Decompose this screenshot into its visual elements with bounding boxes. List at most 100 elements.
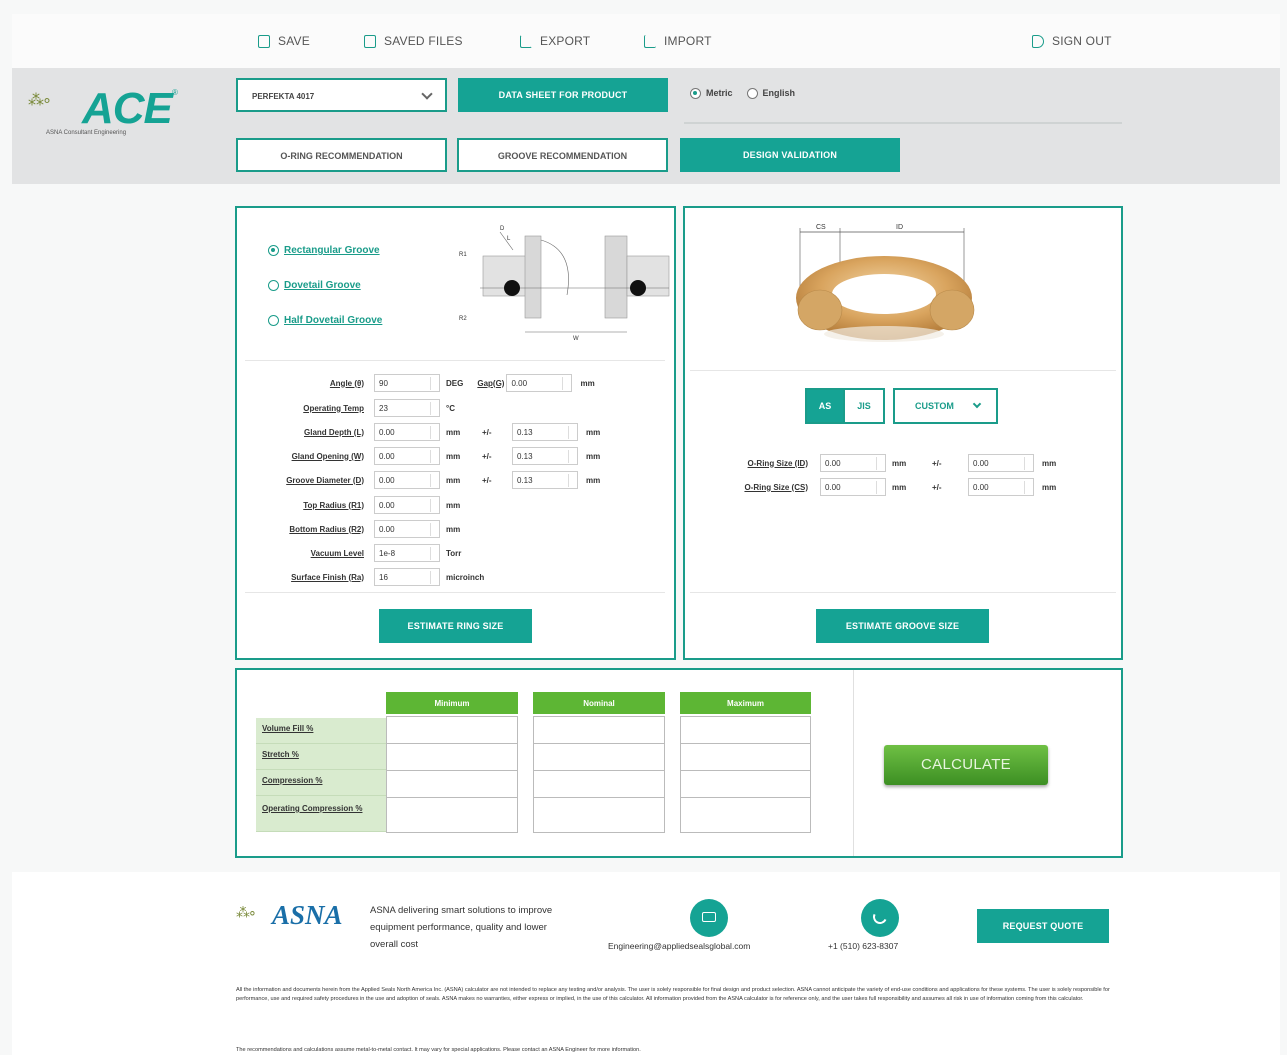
tolerance-sign: +/- bbox=[932, 458, 942, 468]
field-oring-cs: O-Ring Size (CS) 0.00 mm +/- 0.00 mm bbox=[700, 478, 1056, 496]
footer-note: The recommendations and calculations ass… bbox=[236, 1047, 641, 1053]
vacuum-level-input[interactable]: 1e-8 bbox=[374, 544, 440, 562]
groove-diameter-input[interactable]: 0.00 bbox=[374, 471, 440, 489]
footer-email[interactable]: Engineering@appliedsealsglobal.com bbox=[608, 941, 750, 951]
results-col-nominal: Nominal bbox=[533, 692, 665, 714]
import-label: IMPORT bbox=[664, 34, 712, 48]
oring-cs-tol-input[interactable]: 0.00 bbox=[968, 478, 1034, 496]
unit-label: mm bbox=[580, 378, 595, 388]
diagram-label: L bbox=[507, 236, 511, 242]
groove-diagram: D L R1 R2 W bbox=[459, 226, 670, 342]
export-icon bbox=[520, 34, 532, 48]
tolerance-sign: +/- bbox=[482, 451, 492, 461]
datasheet-button[interactable]: DATA SHEET FOR PRODUCT bbox=[458, 78, 668, 112]
results-row-volume-fill: Volume Fill % bbox=[256, 718, 386, 744]
save-button[interactable]: SAVE bbox=[258, 34, 310, 48]
diagram-label: W bbox=[573, 336, 579, 342]
footer-disclaimer: All the information and documents herein… bbox=[236, 987, 1110, 1002]
chevron-down-icon bbox=[421, 88, 433, 100]
estimate-ring-size-button[interactable]: ESTIMATE RING SIZE bbox=[379, 609, 532, 643]
field-label: O-Ring Size (CS) bbox=[744, 482, 808, 492]
oring-id-input[interactable]: 0.00 bbox=[820, 454, 886, 472]
unit-english[interactable]: English bbox=[746, 88, 796, 100]
radio-icon bbox=[268, 315, 279, 326]
gland-depth-input[interactable]: 0.00 bbox=[374, 423, 440, 441]
angle-input[interactable]: 90 bbox=[374, 374, 440, 392]
phone-icon bbox=[861, 899, 899, 937]
field-operating-temp: Operating Temp 23 °C bbox=[248, 399, 455, 417]
gland-depth-tol-input[interactable]: 0.13 bbox=[512, 423, 578, 441]
field-gland-depth: Gland Depth (L) 0.00 mm +/- 0.13 mm bbox=[248, 423, 600, 441]
groove-type-rectangular[interactable]: Rectangular Groove bbox=[268, 245, 380, 256]
field-gland-opening: Gland Opening (W) 0.00 mm +/- 0.13 mm bbox=[248, 447, 600, 465]
unit-label: DEG bbox=[446, 378, 464, 388]
field-label: Vacuum Level bbox=[310, 548, 364, 558]
oring-illustration: CS ID bbox=[796, 224, 975, 342]
size-mode-jis[interactable]: JIS bbox=[845, 388, 885, 424]
unit-metric[interactable]: Metric bbox=[690, 88, 733, 100]
oring-id-tol-input[interactable]: 0.00 bbox=[968, 454, 1034, 472]
result-cell bbox=[533, 716, 665, 744]
asna-logo[interactable]: ⁂∘ ASNA bbox=[236, 900, 366, 932]
cs-dimension-label: CS bbox=[816, 224, 826, 231]
separator bbox=[245, 592, 665, 593]
field-label: Gland Opening (W) bbox=[291, 451, 364, 461]
radio-icon bbox=[268, 280, 279, 291]
surface-finish-input[interactable]: 16 bbox=[374, 568, 440, 586]
compound-select[interactable]: PERFEKTA 4017 bbox=[236, 78, 447, 112]
unit-label: mm bbox=[446, 427, 461, 437]
operating-temp-input[interactable]: 23 bbox=[374, 399, 440, 417]
sign-out-label: SIGN OUT bbox=[1052, 34, 1112, 48]
request-quote-button[interactable]: REQUEST QUOTE bbox=[977, 909, 1109, 943]
diagram-label: R2 bbox=[459, 316, 467, 322]
divider bbox=[684, 122, 1122, 124]
result-cell bbox=[680, 743, 811, 771]
gland-opening-input[interactable]: 0.00 bbox=[374, 447, 440, 465]
size-mode-as[interactable]: AS bbox=[805, 388, 845, 424]
oring-cs-input[interactable]: 0.00 bbox=[820, 478, 886, 496]
tab-design-validation[interactable]: DESIGN VALIDATION bbox=[680, 138, 900, 172]
logo-subtitle: ASNA Consultant Engineering bbox=[46, 130, 127, 136]
gap-input[interactable]: 0.00 bbox=[506, 374, 573, 392]
tab-oring-recommendation[interactable]: O-RING RECOMMENDATION bbox=[236, 138, 447, 172]
field-label: Surface Finish (Ra) bbox=[291, 572, 364, 582]
asna-logo-text: ASNA bbox=[272, 900, 343, 930]
unit-label: mm bbox=[586, 475, 601, 485]
groove-type-dovetail[interactable]: Dovetail Groove bbox=[268, 280, 361, 291]
top-nav: SAVE SAVED FILES EXPORT IMPORT SIGN OUT bbox=[12, 14, 1280, 68]
tolerance-sign: +/- bbox=[482, 427, 492, 437]
radio-icon bbox=[268, 245, 279, 256]
unit-english-label: English bbox=[762, 88, 796, 98]
export-label: EXPORT bbox=[540, 34, 591, 48]
calculate-button[interactable]: CALCULATE bbox=[884, 745, 1048, 785]
field-label: Top Radius (R1) bbox=[303, 500, 364, 510]
top-radius-input[interactable]: 0.00 bbox=[374, 496, 440, 514]
sign-out-icon bbox=[1032, 34, 1044, 48]
ace-logo[interactable]: ⁂∘ ACE ® ASNA Consultant Engineering bbox=[24, 84, 178, 148]
field-label: Angle (θ) bbox=[329, 378, 364, 388]
export-button[interactable]: EXPORT bbox=[520, 34, 590, 48]
tab-groove-recommendation[interactable]: GROOVE RECOMMENDATION bbox=[457, 138, 668, 172]
bottom-radius-input[interactable]: 0.00 bbox=[374, 520, 440, 538]
compound-select-value: PERFEKTA 4017 bbox=[252, 92, 315, 101]
groove-type-half-dovetail[interactable]: Half Dovetail Groove bbox=[268, 315, 382, 326]
unit-label: mm bbox=[892, 458, 907, 468]
saved-files-button[interactable]: SAVED FILES bbox=[364, 34, 463, 48]
result-cell bbox=[386, 797, 518, 833]
import-button[interactable]: IMPORT bbox=[644, 34, 712, 48]
results-row-operating-compression: Operating Compression % bbox=[256, 796, 386, 832]
gland-opening-tol-input[interactable]: 0.13 bbox=[512, 447, 578, 465]
gap-label: Gap(G) bbox=[477, 378, 505, 388]
tolerance-sign: +/- bbox=[482, 475, 492, 485]
groove-type-label: Half Dovetail Groove bbox=[284, 315, 383, 326]
sign-out-button[interactable]: SIGN OUT bbox=[1032, 34, 1112, 48]
footer-phone[interactable]: +1 (510) 623-8307 bbox=[828, 941, 898, 951]
groove-diameter-tol-input[interactable]: 0.13 bbox=[512, 471, 578, 489]
estimate-groove-size-button[interactable]: ESTIMATE GROOVE SIZE bbox=[816, 609, 989, 643]
size-custom-select[interactable]: CUSTOM bbox=[893, 388, 998, 424]
field-label: Groove Diameter (D) bbox=[286, 475, 364, 485]
field-label: O-Ring Size (ID) bbox=[747, 458, 808, 468]
unit-label: mm bbox=[446, 475, 461, 485]
field-oring-id: O-Ring Size (ID) 0.00 mm +/- 0.00 mm bbox=[700, 454, 1056, 472]
radio-icon bbox=[690, 88, 701, 100]
